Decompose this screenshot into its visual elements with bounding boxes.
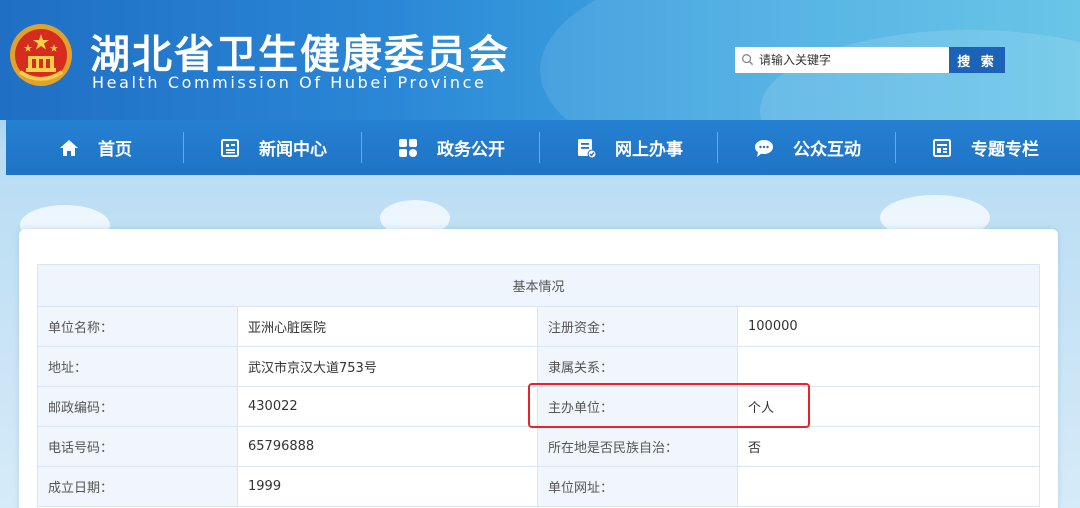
search-bar: 搜 索 bbox=[735, 47, 1005, 73]
table-row: 单位名称： 亚洲心脏医院 注册资金： 100000 bbox=[37, 306, 1040, 347]
form-check-icon bbox=[578, 138, 597, 158]
main-nav: 首页 新闻中心 政务公开 网上办事 公众互动 专题专栏 bbox=[6, 120, 1080, 175]
field-value: 亚洲心脏医院 bbox=[237, 306, 538, 347]
nav-label: 首页 bbox=[98, 140, 132, 160]
column-icon bbox=[933, 138, 951, 157]
nav-item-special-topics[interactable]: 专题专栏 bbox=[896, 120, 1074, 175]
field-value: 100000 bbox=[737, 306, 1040, 347]
nav-label: 网上办事 bbox=[615, 140, 683, 160]
field-label: 隶属关系： bbox=[537, 346, 738, 387]
field-value: 65796888 bbox=[237, 426, 538, 467]
field-value: 430022 bbox=[237, 386, 538, 427]
search-input[interactable] bbox=[735, 47, 949, 73]
table-row: 成立日期： 1999 单位网址： bbox=[37, 466, 1040, 507]
search-icon bbox=[742, 54, 754, 66]
chat-icon bbox=[755, 139, 773, 157]
nav-label: 新闻中心 bbox=[259, 140, 327, 160]
field-value: 武汉市京汉大道753号 bbox=[237, 346, 538, 387]
field-label: 地址： bbox=[37, 346, 238, 387]
site-title[interactable]: 湖北省卫生健康委员会 bbox=[90, 22, 510, 80]
table-row: 邮政编码： 430022 主办单位： 个人 bbox=[37, 386, 1040, 427]
nav-item-government-affairs[interactable]: 政务公开 bbox=[362, 120, 540, 175]
nav-label: 公众互动 bbox=[793, 140, 861, 160]
field-label: 所在地是否民族自治： bbox=[537, 426, 738, 467]
field-label: 电话号码： bbox=[37, 426, 238, 467]
field-value: 1999 bbox=[237, 466, 538, 507]
nav-item-home[interactable]: 首页 bbox=[6, 120, 184, 175]
nav-label: 专题专栏 bbox=[971, 140, 1039, 160]
basic-info-table: 基本情况 单位名称： 亚洲心脏医院 注册资金： 100000 地址： 武汉市京汉… bbox=[37, 264, 1040, 507]
field-label: 邮政编码： bbox=[37, 386, 238, 427]
field-value: 个人 bbox=[737, 386, 1040, 427]
site-subtitle: Health Commission Of Hubei Province bbox=[92, 73, 487, 92]
field-value bbox=[737, 466, 1040, 507]
news-icon bbox=[221, 138, 239, 157]
field-label: 单位名称： bbox=[37, 306, 238, 347]
field-label: 主办单位： bbox=[537, 386, 738, 427]
search-button[interactable]: 搜 索 bbox=[949, 47, 1005, 73]
table-row: 地址： 武汉市京汉大道753号 隶属关系： bbox=[37, 346, 1040, 387]
site-header: 湖北省卫生健康委员会 Health Commission Of Hubei Pr… bbox=[0, 0, 1080, 120]
home-icon bbox=[60, 139, 78, 156]
field-value: 否 bbox=[737, 426, 1040, 467]
field-value bbox=[737, 346, 1040, 387]
nav-item-news[interactable]: 新闻中心 bbox=[184, 120, 362, 175]
table-heading: 基本情况 bbox=[37, 264, 1040, 307]
table-header-row: 基本情况 bbox=[37, 264, 1040, 307]
table-row: 电话号码： 65796888 所在地是否民族自治： 否 bbox=[37, 426, 1040, 467]
nav-item-public-interaction[interactable]: 公众互动 bbox=[718, 120, 896, 175]
field-label: 成立日期： bbox=[37, 466, 238, 507]
nav-item-online-services[interactable]: 网上办事 bbox=[540, 120, 718, 175]
grid-icon bbox=[399, 138, 417, 157]
national-emblem-icon[interactable] bbox=[8, 22, 74, 88]
field-label: 注册资金： bbox=[537, 306, 738, 347]
field-label: 单位网址： bbox=[537, 466, 738, 507]
nav-label: 政务公开 bbox=[437, 140, 505, 160]
